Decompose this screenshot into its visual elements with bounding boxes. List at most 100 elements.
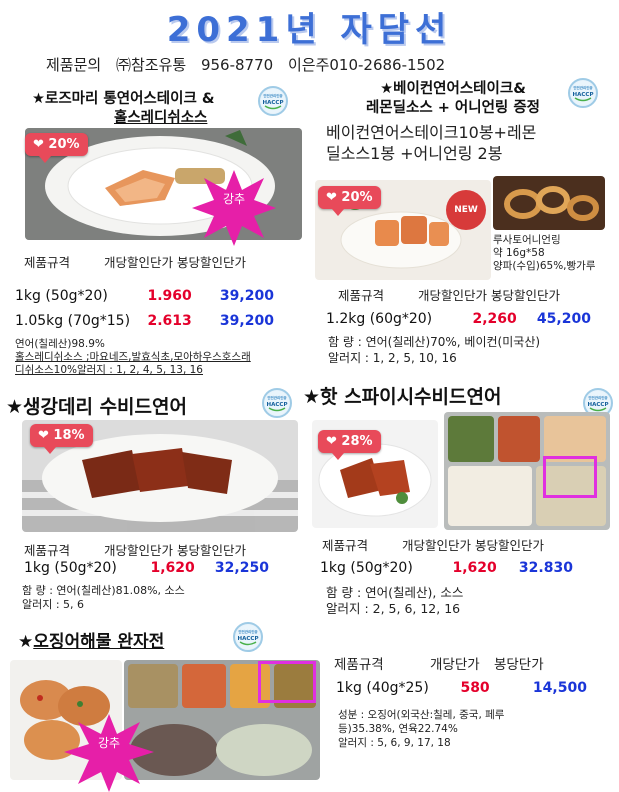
- product-2-ingredients: 함 량 : 연어(칠레산)70%, 베이컨(미국산): [328, 335, 541, 349]
- product-3-table-header: 제품규격 개당할인단가 봉당할인단가: [24, 540, 246, 559]
- product-2-title-line2: 레몬딜소스 + 어니언링 증정: [365, 100, 541, 116]
- row-unit-price: 1.960: [147, 288, 192, 304]
- product-4-ingredients: 함 량 : 연어(칠레산), 소스: [326, 585, 464, 600]
- product-3-title: ★생강데리 수비드연어: [6, 396, 187, 418]
- product-2-row-1: 1.2kg (60g*20) 2,260 45,200: [326, 311, 591, 327]
- product-1-sauce: 홀스레디쉬소스 ;마요네즈,발효식초,모아하우스호스래: [15, 351, 251, 363]
- product-5-title: ★오징어해물 완자전: [18, 627, 164, 652]
- row-spec: 1.05kg (70g*15): [15, 313, 131, 329]
- product-2-discount: 20%: [341, 190, 373, 205]
- onion-ring-origin: 양파(수입)65%,빵가루: [493, 260, 596, 272]
- haccp-top-text: 안전관리인증: [267, 395, 287, 400]
- haccp-main-text: HACCP: [238, 636, 259, 642]
- row-spec: 1kg (50g*20): [15, 288, 108, 304]
- header-spec: 제품규격: [24, 255, 71, 270]
- product-3-discount-badge: ❤ 18%: [30, 424, 93, 454]
- header-bag: 봉당할인단가: [177, 255, 247, 270]
- product-5-details: 성분 : 오징어(외국산:칠레, 중국, 페루 등)35.38%, 연육22.7…: [338, 708, 504, 750]
- haccp-top-text: 안전관리인증: [588, 395, 608, 400]
- haccp-logo: 안전관리인증 HACCP: [568, 78, 598, 108]
- product-1-allergy: 디쉬소스10%알러지 : 1, 2, 4, 5, 13, 16: [15, 364, 203, 376]
- product-4-discount-badge: ❤ 28%: [318, 430, 381, 460]
- product-1-table-header: 제품규격 개당할인단가 봉당할인단가: [24, 252, 246, 271]
- haccp-top-text: 안전관리인증: [573, 85, 593, 90]
- row-unit-price: 580: [460, 680, 490, 696]
- contact-phone-2: 010-2686-1502: [329, 56, 446, 74]
- product-1-discount-badge: ❤ 20%: [25, 133, 88, 163]
- haccp-top-text: 안전관리인증: [263, 93, 283, 98]
- product-5-row-1: 1kg (40g*25) 580 14,500: [336, 680, 587, 696]
- product-2-allergy: 알러지 : 1, 2, 5, 10, 16: [328, 351, 457, 365]
- onion-ring-info: 루사토어니언링 약 16g*58 양파(수입)65%,빵가루: [493, 234, 619, 273]
- product-5-burst-text: 강추: [97, 736, 121, 750]
- header-spec: 제품규격: [338, 288, 385, 303]
- product-1-row-1: 1kg (50g*20) 1.960 39,200: [15, 288, 274, 304]
- product-4-discount: 28%: [341, 434, 373, 449]
- highlight-box: [258, 661, 316, 703]
- contact-phone-1: 956-8770: [200, 56, 274, 74]
- row-bag-price: 39,200: [219, 288, 274, 304]
- contact-company: ㈜참조유통: [115, 56, 187, 74]
- header-bag: 봉당할인단가: [475, 538, 545, 553]
- product-4-row-1: 1kg (50g*20) 1,620 32.830: [320, 560, 573, 576]
- haccp-logo: 안전관리인증 HACCP: [258, 86, 288, 116]
- product-2-table-header: 제품규격 개당할인단가 봉당할인단가: [338, 285, 560, 304]
- row-bag-price: 32.830: [518, 560, 573, 576]
- product-4-table-header: 제품규격 개당할인단가 봉당할인단가: [322, 535, 544, 554]
- product-4-title: ★핫 스파이시수비드연어: [303, 386, 502, 408]
- product-3-ingredients: 함 량 : 연어(칠레산)81.08%, 소스: [22, 584, 185, 597]
- product-5-ingredients-2: 등)35.38%, 연육22.74%: [338, 723, 458, 735]
- product-2-desc-line2: 딜소스1봉 +어니언링 2봉: [326, 144, 503, 163]
- row-bag-price: 39,200: [219, 313, 274, 329]
- product-4-allergy: 알러지 : 2, 5, 6, 12, 16: [326, 601, 461, 616]
- header-bag: 봉당할인단가: [491, 288, 561, 303]
- product-1-ingredients: 연어(칠레산)98.9%: [15, 338, 105, 350]
- product-2-title: ★베이컨연어스테이크& 레몬딜소스 + 어니언링 증정: [340, 80, 566, 118]
- contact-info: 제품문의 ㈜참조유통 956-8770 이은주010-2686-1502: [46, 54, 455, 75]
- haccp-logo: 안전관리인증 HACCP: [262, 388, 292, 418]
- product-5-table-header: 제품규격 개당단가 봉당단가: [334, 653, 544, 673]
- product-5-title-star: ★: [18, 632, 34, 652]
- row-spec: 1.2kg (60g*20): [326, 311, 433, 327]
- product-3-row-1: 1kg (50g*20) 1,620 32,250: [24, 560, 269, 576]
- product-3-discount: 18%: [53, 428, 85, 443]
- header-spec: 제품규격: [322, 538, 369, 553]
- haccp-logo: 안전관리인증 HACCP: [233, 622, 263, 652]
- product-1-burst-text: 강추: [222, 192, 246, 206]
- header-case: 개당할인단가: [104, 255, 174, 270]
- row-spec: 1kg (40g*25): [336, 680, 429, 696]
- header-bag: 봉당할인단가: [177, 543, 247, 558]
- haccp-main-text: HACCP: [267, 402, 288, 408]
- product-1-title: ★로즈마리 통연어스테이크 & 홀스레디쉬소스: [32, 90, 214, 128]
- header-case: 개당할인단가: [104, 543, 174, 558]
- haccp-main-text: HACCP: [573, 92, 594, 98]
- product-5-ingredients-1: 성분 : 오징어(외국산:칠레, 중국, 페루: [338, 709, 505, 721]
- header-case: 개당할인단가: [402, 538, 472, 553]
- header-case: 개당할인단가: [418, 288, 488, 303]
- product-1-details: 연어(칠레산)98.9% 홀스레디쉬소스 ;마요네즈,발효식초,모아하우스호스래…: [15, 338, 315, 377]
- header-spec: 제품규격: [24, 543, 71, 558]
- row-bag-price: 45,200: [536, 311, 591, 327]
- product-2-description: 베이컨연어스테이크10봉+레몬 딜소스1봉 +어니언링 2봉: [326, 122, 536, 164]
- product-1-title-line1: ★로즈마리 통연어스테이크 &: [32, 91, 215, 107]
- row-unit-price: 1,620: [150, 560, 195, 576]
- product-2-desc-line1: 베이컨연어스테이크10봉+레몬: [326, 123, 537, 142]
- row-bag-price: 32,250: [214, 560, 269, 576]
- contact-person: 이은주: [287, 56, 330, 74]
- page-title: 2021년 자담선: [166, 10, 453, 50]
- row-unit-price: 1,620: [452, 560, 497, 576]
- haccp-main-text: HACCP: [588, 402, 609, 408]
- product-1-title-line2: 홀스레디쉬소스: [114, 110, 208, 126]
- highlight-box: [543, 456, 597, 498]
- product-1-burst: 강추: [192, 170, 276, 246]
- product-2-details: 함 량 : 연어(칠레산)70%, 베이컨(미국산) 알러지 : 1, 2, 5…: [328, 334, 540, 366]
- product-5-title-text: 오징어해물 완자전: [33, 632, 165, 652]
- onion-ring-photo: [493, 176, 605, 230]
- new-badge: NEW: [446, 190, 486, 230]
- header-case: 개당단가: [429, 657, 480, 673]
- product-5-allergy: 알러지 : 5, 6, 9, 17, 18: [338, 737, 451, 749]
- contact-label: 제품문의: [46, 56, 102, 74]
- haccp-main-text: HACCP: [263, 100, 284, 106]
- row-unit-price: 2.613: [147, 313, 192, 329]
- product-5-burst: 강추: [64, 714, 154, 792]
